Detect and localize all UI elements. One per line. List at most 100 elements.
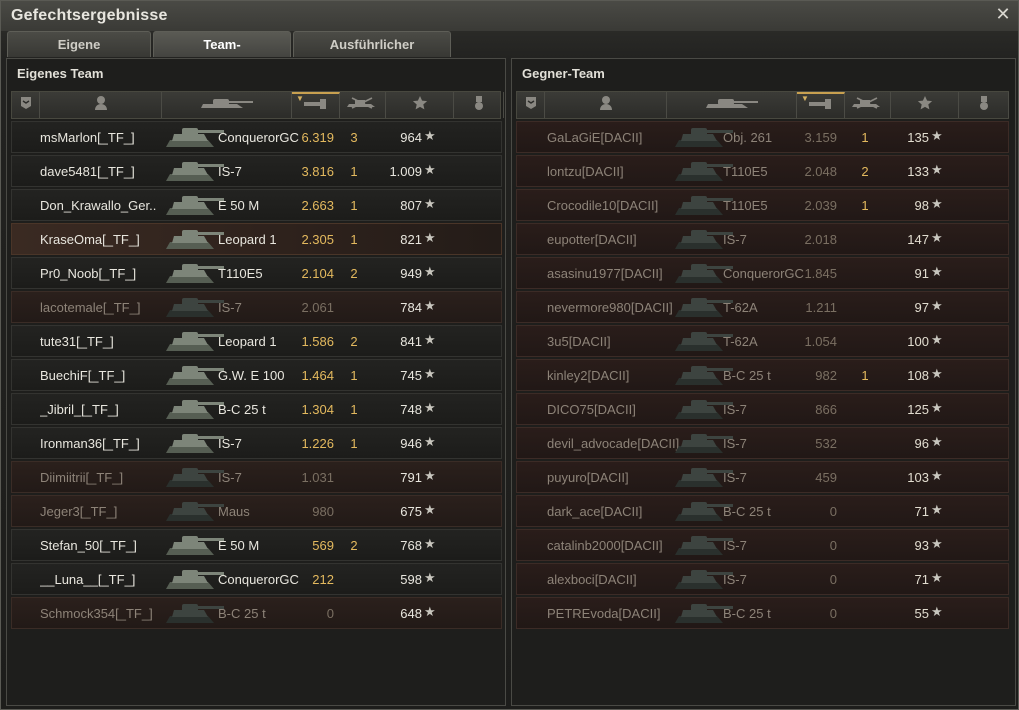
player-row[interactable]: devil_advocade[DACII] IS-7 532 96 ★	[516, 427, 1009, 459]
player-row[interactable]: Stefan_50[_TF_] E 50 M 569 2 768 ★	[11, 529, 502, 561]
player-row[interactable]: _Jibril_[_TF_] B-C 25 t 1.304 1 748 ★	[11, 393, 502, 425]
damage-value: 2.048	[804, 164, 837, 179]
header-damage-icon[interactable]: ▼	[797, 92, 845, 118]
player-row[interactable]: nevermore980[DACII] T-62A 1.211 97 ★	[516, 291, 1009, 323]
player-row[interactable]: DICO75[DACII] IS-7 866 125 ★	[516, 393, 1009, 425]
xp-value: 125	[907, 402, 929, 417]
player-icon	[94, 95, 108, 116]
damage-value: 569	[312, 538, 334, 553]
player-row[interactable]: Pr0_Noob[_TF_] T110E5 2.104 2 949 ★	[11, 257, 502, 289]
header-medal-icon[interactable]	[959, 92, 1009, 118]
own-team-rows: msMarlon[_TF_] ConquerorGC 6.319 3 964 ★ dave5…	[11, 121, 502, 631]
vehicle-icon	[164, 292, 226, 322]
player-row[interactable]: catalinb2000[DACII] IS-7 0 93 ★	[516, 529, 1009, 561]
header-xp-star-icon[interactable]	[891, 92, 959, 118]
player-row[interactable]: Ironman36[_TF_] IS-7 1.226 1 946 ★	[11, 427, 502, 459]
vehicle-name: IS-7	[218, 300, 242, 315]
player-row[interactable]: Diimiitrii[_TF_] IS-7 1.031 791 ★	[11, 461, 502, 493]
damage-value: 1.226	[301, 436, 334, 451]
kills-value: 1	[350, 436, 358, 451]
xp-star-icon: ★	[424, 434, 436, 449]
xp-star-icon: ★	[424, 468, 436, 483]
damage-value: 2.104	[301, 266, 334, 281]
vehicle-name: G.W. E 100	[218, 368, 285, 383]
xp-value: 71	[914, 504, 929, 519]
tab-team-evaluation[interactable]: Team-Auswertung	[153, 31, 291, 78]
header-player-icon[interactable]	[545, 92, 667, 118]
xp-value: 91	[914, 266, 929, 281]
player-row[interactable]: eupotter[DACII] IS-7 2.018 147 ★	[516, 223, 1009, 255]
header-rank-icon[interactable]	[517, 92, 545, 118]
vehicle-name: Obj. 261	[723, 130, 773, 145]
rank-icon	[20, 96, 32, 115]
vehicle-name: B-C 25 t	[723, 606, 771, 621]
header-medal-icon[interactable]	[454, 92, 504, 118]
header-player-icon[interactable]	[40, 92, 162, 118]
damage-icon	[808, 97, 834, 116]
vehicle-icon	[164, 564, 226, 594]
player-name: 3u5[DACII]	[547, 334, 611, 349]
player-row[interactable]: dark_ace[DACII] B-C 25 t 0 71 ★	[516, 495, 1009, 527]
xp-value: 807	[400, 198, 422, 213]
header-kills-icon[interactable]	[340, 92, 386, 118]
player-row[interactable]: GaLaGiE[DACII] Obj. 261 3.159 1 135 ★	[516, 121, 1009, 153]
player-row[interactable]: lontzu[DACII] T110E5 2.048 2 133 ★	[516, 155, 1009, 187]
vehicle-name: T110E5	[218, 266, 263, 281]
kills-value: 1	[350, 164, 358, 179]
player-name: Stefan_50[_TF_]	[40, 538, 137, 553]
damage-value: 1.464	[301, 368, 334, 383]
vehicle-icon	[164, 258, 226, 288]
tab-detailed-report[interactable]: Ausführlicher Bericht	[293, 31, 451, 78]
player-row[interactable]: __Luna__[_TF_] ConquerorGC 212 598 ★	[11, 563, 502, 595]
vehicle-name: ConquerorGC	[723, 266, 804, 281]
header-tank-icon[interactable]	[162, 92, 292, 118]
player-row[interactable]: Don_Krawallo_Ger.. E 50 M 2.663 1 807 ★	[11, 189, 502, 221]
player-row[interactable]: kinley2[DACII] B-C 25 t 982 1 108 ★	[516, 359, 1009, 391]
player-row[interactable]: PETREvoda[DACII] B-C 25 t 0 55 ★	[516, 597, 1009, 629]
kills-value: 1	[861, 130, 869, 145]
sort-arrow-icon: ▼	[801, 94, 809, 103]
player-row[interactable]: lacotemale[_TF_] IS-7 2.061 784 ★	[11, 291, 502, 323]
player-row[interactable]: Crocodile10[DACII] T110E5 2.039 1 98 ★	[516, 189, 1009, 221]
kills-value: 1	[350, 198, 358, 213]
player-row[interactable]: Jeger3[_TF_] Maus 980 675 ★	[11, 495, 502, 527]
damage-value: 2.663	[301, 198, 334, 213]
header-rank-icon[interactable]	[12, 92, 40, 118]
damage-value: 0	[829, 606, 837, 621]
own-team-header: ▼	[11, 91, 504, 119]
tab-own-evaluation[interactable]: Eigene Auswertung	[7, 31, 151, 78]
vehicle-name: Leopard 1	[218, 334, 277, 349]
kills-value: 1	[350, 402, 358, 417]
header-xp-star-icon[interactable]	[386, 92, 454, 118]
player-row[interactable]: 3u5[DACII] T-62A 1.054 100 ★	[516, 325, 1009, 357]
player-name: GaLaGiE[DACII]	[547, 130, 643, 145]
close-icon[interactable]: ✕	[994, 5, 1012, 23]
damage-value: 0	[326, 606, 334, 621]
vehicle-icon	[164, 428, 226, 458]
header-kills-icon[interactable]	[845, 92, 891, 118]
xp-value: 133	[907, 164, 929, 179]
player-row[interactable]: tute31[_TF_] Leopard 1 1.586 2 841 ★	[11, 325, 502, 357]
xp-value: 648	[400, 606, 422, 621]
player-row[interactable]: Schmock354[_TF_] B-C 25 t 0 648 ★	[11, 597, 502, 629]
xp-star-icon: ★	[424, 332, 436, 347]
player-icon	[599, 95, 613, 116]
player-row[interactable]: BuechiF[_TF_] G.W. E 100 1.464 1 745 ★	[11, 359, 502, 391]
player-row[interactable]: alexboci[DACII] IS-7 0 71 ★	[516, 563, 1009, 595]
xp-value: 675	[400, 504, 422, 519]
player-row[interactable]: dave5481[_TF_] IS-7 3.816 1 1.009 ★	[11, 155, 502, 187]
damage-value: 532	[815, 436, 837, 451]
vehicle-name: IS-7	[723, 232, 747, 247]
kills-value: 1	[861, 368, 869, 383]
player-row[interactable]: msMarlon[_TF_] ConquerorGC 6.319 3 964 ★	[11, 121, 502, 153]
xp-star-icon: ★	[424, 366, 436, 381]
tank-icon	[704, 95, 760, 116]
player-name: asasinu1977[DACII]	[547, 266, 663, 281]
vehicle-name: IS-7	[723, 470, 747, 485]
player-row[interactable]: asasinu1977[DACII] ConquerorGC 1.845 91 ★	[516, 257, 1009, 289]
player-row[interactable]: KraseOma[_TF_] Leopard 1 2.305 1 821 ★	[11, 223, 502, 255]
window-title: Gefechtsergebnisse	[11, 7, 168, 24]
player-row[interactable]: puyuro[DACII] IS-7 459 103 ★	[516, 461, 1009, 493]
header-tank-icon[interactable]	[667, 92, 797, 118]
header-damage-icon[interactable]: ▼	[292, 92, 340, 118]
